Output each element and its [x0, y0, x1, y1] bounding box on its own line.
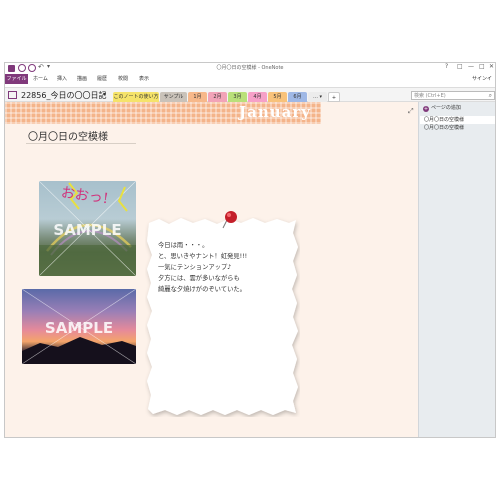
sign-in-link[interactable]: サインイ [472, 75, 492, 82]
add-section-button[interactable]: + [328, 92, 340, 102]
note-line: 今日は雨・・・。 [158, 242, 209, 249]
page-list-pane: + ページの追加 〇月〇日の空模様 〇月〇日の空模様 [418, 102, 495, 437]
search-placeholder: 検索 (Ctrl+E) [414, 93, 446, 99]
sample-watermark: SAMPLE [44, 319, 114, 337]
sunset-photo[interactable]: SAMPLE [22, 289, 136, 364]
month-banner: January [5, 102, 321, 124]
rainbow-photo[interactable]: おおっ! SAMPLE [39, 181, 136, 276]
note-line: と、思いきやナント！虹発見!!! [158, 253, 248, 260]
section-tab-april[interactable]: 4月 [248, 92, 267, 102]
page-list-item[interactable]: 〇月〇日の空模様 [420, 116, 495, 124]
title-bar: ↶ ▾ 〇月〇日の空模様 - OneNote ? □ — □ ✕ [5, 63, 495, 74]
pushpin-icon [222, 211, 237, 229]
section-tab-more[interactable]: … ▾ [308, 92, 327, 102]
section-tab-sample[interactable]: サンプル [160, 92, 187, 102]
tab-insert[interactable]: 挿入 [57, 75, 67, 82]
window-title: 〇月〇日の空模様 - OneNote [216, 65, 284, 71]
notebook-icon [8, 91, 17, 99]
onenote-window: ↶ ▾ 〇月〇日の空模様 - OneNote ? □ — □ ✕ ファイル ホー… [4, 62, 496, 438]
tab-home[interactable]: ホーム [33, 75, 48, 82]
note-body[interactable]: 今日は雨・・・。 と、思いきやナント！虹発見!!! 一気にテンションアップ♪ 夕… [158, 240, 247, 295]
search-icon[interactable]: ⌕ [489, 92, 492, 100]
ribbon-display-icon[interactable]: □ [457, 63, 463, 70]
help-icon[interactable]: ? [445, 63, 448, 70]
tab-view[interactable]: 表示 [139, 75, 149, 82]
add-icon: + [423, 106, 429, 112]
note-line: 夕方には、雲が多いながらも [158, 275, 240, 282]
search-input[interactable]: 検索 (Ctrl+E) ⌕ [411, 91, 495, 100]
add-page-label: ページの追加 [431, 105, 461, 111]
page-title[interactable]: 〇月〇日の空模様 [28, 128, 108, 143]
minimize-button[interactable]: — [468, 63, 474, 70]
close-button[interactable]: ✕ [489, 63, 494, 70]
title-underline [26, 143, 136, 144]
notebook-name[interactable]: 22856_今日の〇〇日記 [21, 90, 106, 101]
section-tab-may[interactable]: 5月 [268, 92, 287, 102]
section-tab-january[interactable]: 1月 [188, 92, 207, 102]
ribbon-tabs: ファイル ホーム 挿入 描画 履歴 校閲 表示 サインイ [5, 74, 495, 84]
tab-review[interactable]: 校閲 [118, 75, 128, 82]
section-tab-february[interactable]: 2月 [208, 92, 227, 102]
page-list-item[interactable]: 〇月〇日の空模様 [420, 124, 495, 132]
note-line: 綺麗な夕焼けがのぞいていた。 [158, 286, 246, 293]
maximize-button[interactable]: □ [479, 63, 485, 70]
notebook-dropdown-icon[interactable]: ▾ [103, 91, 106, 98]
sample-watermark: SAMPLE [53, 221, 122, 239]
tab-history[interactable]: 履歴 [97, 75, 107, 82]
note-line: 一気にテンションアップ♪ [158, 264, 232, 271]
banner-title: January [239, 103, 311, 121]
section-tab-march[interactable]: 3月 [228, 92, 247, 102]
section-tab-howto[interactable]: このノートの使い方 [113, 92, 159, 102]
add-page-button[interactable]: + ページの追加 [420, 104, 495, 113]
notebook-bar: 22856_今日の〇〇日記 ▾ このノートの使い方 サンプル 1月 2月 3月 … [5, 87, 495, 102]
section-tab-june[interactable]: 6月 [288, 92, 307, 102]
tab-file[interactable]: ファイル [5, 74, 28, 84]
tab-draw[interactable]: 描画 [77, 75, 87, 82]
full-page-view-icon[interactable]: ⤢ [408, 107, 414, 116]
